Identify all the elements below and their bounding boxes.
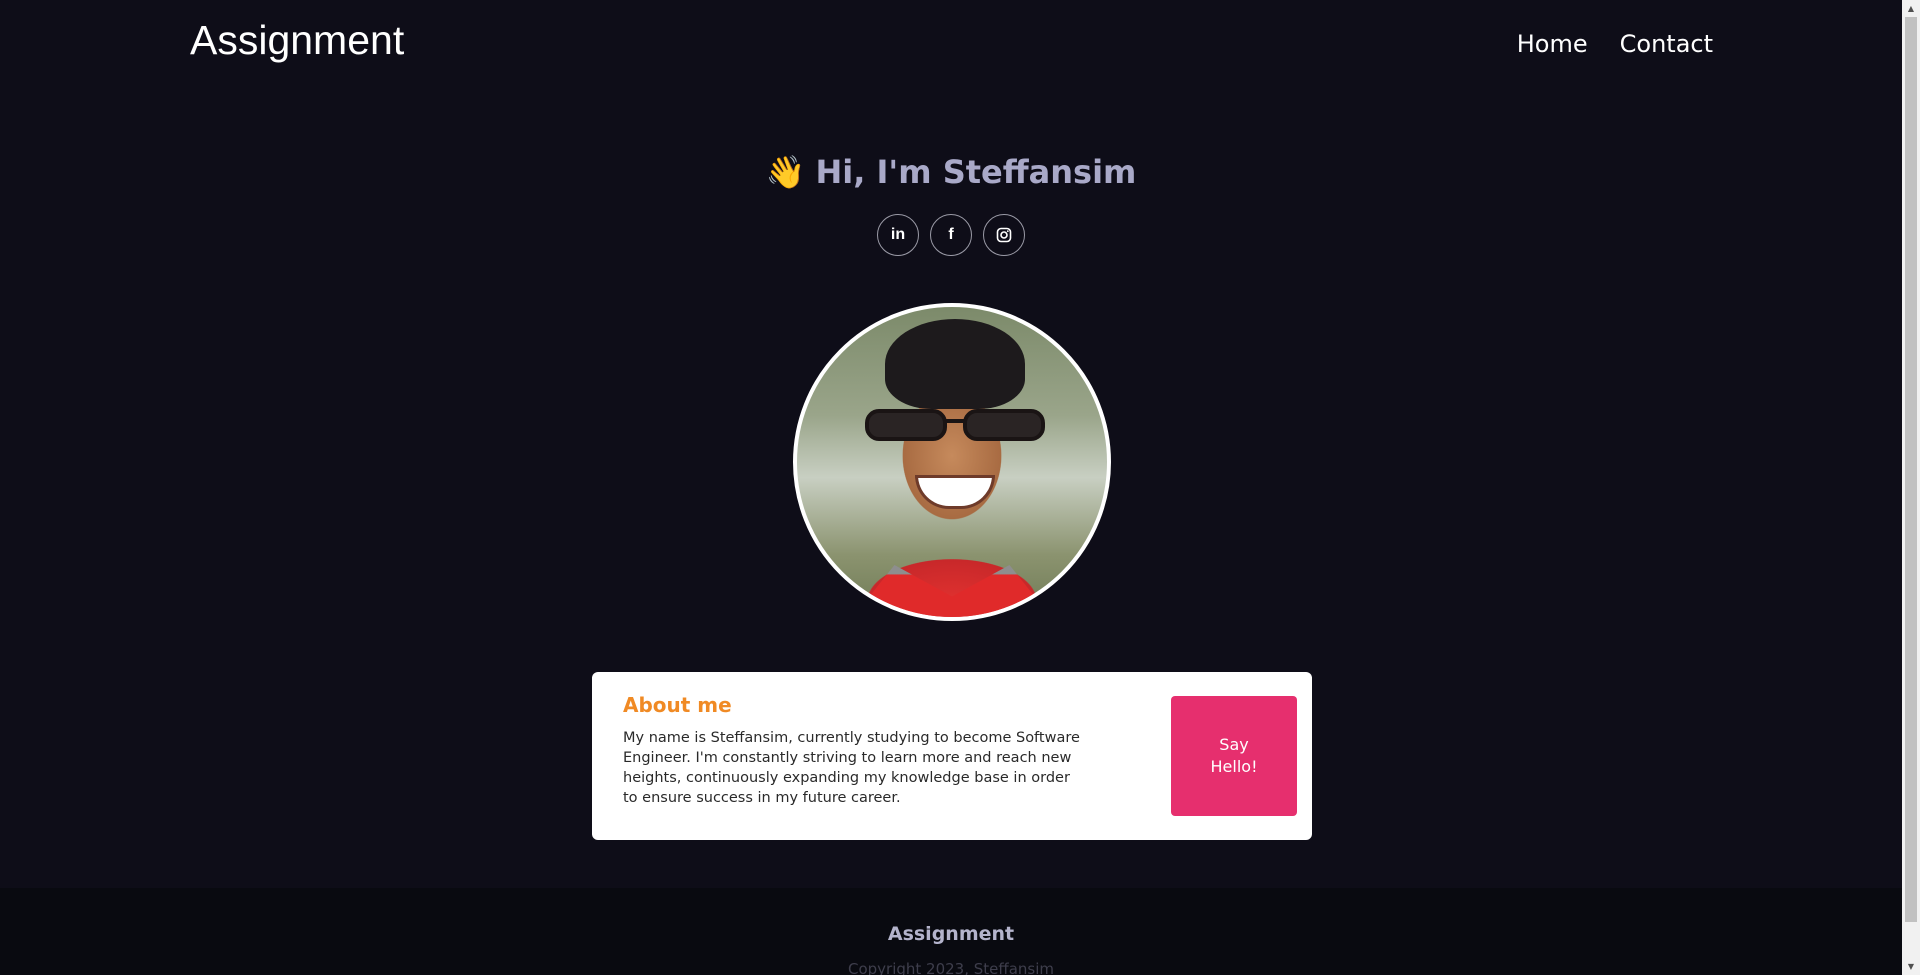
facebook-button[interactable]: f [930, 214, 972, 256]
scroll-down-arrow-icon[interactable]: ▼ [1902, 958, 1920, 975]
footer-copyright: Copyright 2023, Steffansim [847, 960, 1055, 975]
scrollbar-thumb[interactable] [1905, 17, 1917, 922]
greeting-text: Hi, I'm Steffansim [815, 153, 1137, 191]
linkedin-button[interactable]: in [877, 214, 919, 256]
vertical-scrollbar[interactable]: ▲ ▼ [1902, 0, 1920, 975]
about-text: My name is Steffansim, currently studyin… [623, 730, 1080, 806]
scroll-up-arrow-icon[interactable]: ▲ [1902, 0, 1920, 17]
footer: Assignment Copyright 2023, Steffansim [0, 888, 1902, 975]
page: Assignment Home Contact 👋 Hi, I'm Steffa… [0, 0, 1920, 975]
social-links: in f [0, 214, 1902, 256]
say-hello-button[interactable]: Say Hello! [1171, 696, 1297, 816]
about-card: About me My name is Steffansim, currentl… [592, 672, 1312, 840]
page-title: 👋 Hi, I'm Steffansim [766, 148, 1137, 196]
brand-logo-link[interactable]: Assignment [190, 16, 404, 64]
about-title: About me [623, 693, 732, 717]
waving-hand-icon: 👋 [765, 153, 806, 191]
navbar: Assignment Home Contact [0, 0, 1902, 90]
facebook-icon: f [948, 226, 954, 243]
hero: 👋 Hi, I'm Steffansim [0, 148, 1902, 196]
instagram-button[interactable] [983, 214, 1025, 256]
nav-link-contact[interactable]: Contact [1620, 26, 1713, 62]
linkedin-icon: in [890, 226, 906, 243]
instagram-icon [996, 227, 1012, 243]
avatar [793, 303, 1111, 621]
nav-link-home[interactable]: Home [1517, 26, 1588, 62]
nav-links: Home Contact [1517, 26, 1713, 62]
footer-brand: Assignment [887, 923, 1015, 945]
